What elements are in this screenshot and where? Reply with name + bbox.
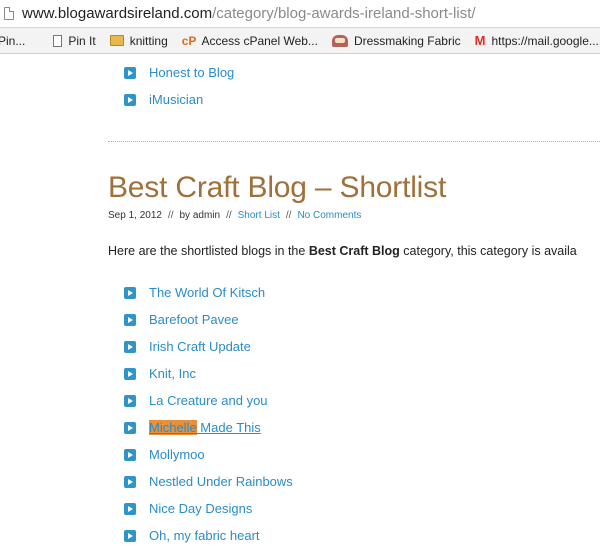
list-item-link[interactable]: Honest to Blog (149, 65, 234, 80)
bookmark-pin-label: Pin... (0, 33, 26, 48)
gmail-icon: M (474, 33, 486, 48)
post-title[interactable]: Best Craft Blog – Shortlist (108, 171, 446, 205)
bullet-arrow-icon (124, 503, 136, 515)
post-divider (108, 141, 600, 142)
post-category-link[interactable]: Short List (238, 210, 280, 221)
page-content: Honest to Blog iMusician Best Craft Blog… (0, 55, 600, 556)
page-icon (53, 34, 63, 47)
bullet-arrow-icon (124, 368, 136, 380)
highlighted-text: Michelle (149, 420, 197, 435)
bookmarks-bar: Pin... Pin It knitting cP Access cPanel … (0, 28, 600, 54)
meta-separator: // (285, 210, 292, 221)
post-author: by admin (179, 210, 221, 221)
url-host: www.blogawardsireland.com (22, 5, 213, 22)
bookmark-knitting[interactable]: knitting (109, 33, 168, 48)
page-icon (4, 7, 14, 20)
bookmark-gmail[interactable]: M https://mail.google.... (475, 33, 600, 48)
intro-text-end: category, this category is availa (399, 244, 577, 258)
meta-separator: // (226, 210, 232, 221)
shortlist-item-link[interactable]: The World Of Kitsch (149, 285, 265, 300)
address-bar[interactable]: www.blogawardsireland.com/category/blog-… (0, 0, 600, 28)
bullet-arrow-icon (124, 395, 136, 407)
bullet-arrow-icon (124, 422, 136, 434)
bullet-arrow-icon (124, 314, 136, 326)
shortlist-item-link[interactable]: Barefoot Pavee (149, 312, 239, 327)
bullet-arrow-icon (124, 449, 136, 461)
cpanel-icon: cP (181, 33, 197, 48)
meta-separator: // (167, 210, 174, 221)
shortlist-item-link[interactable]: Mollymoo (149, 447, 205, 462)
bookmark-knitting-label: knitting (129, 33, 168, 48)
shortlist-item-link[interactable]: La Creature and you (149, 393, 268, 408)
folder-icon (109, 35, 124, 46)
bookmark-dressmaking[interactable]: Dressmaking Fabric (331, 33, 461, 48)
intro-category-name: Best Craft Blog (308, 244, 400, 258)
post-intro: Here are the shortlisted blogs in the Be… (108, 244, 577, 258)
url-path: /category/blog-awards-ireland-short-list… (212, 5, 476, 22)
fabric-store-icon (331, 34, 348, 47)
url-text[interactable]: www.blogawardsireland.com/category/blog-… (22, 5, 476, 22)
bookmark-cpanel[interactable]: cP Access cPanel Web... (182, 34, 318, 48)
bullet-arrow-icon (124, 287, 136, 299)
shortlist-item-link[interactable]: Oh, my fabric heart (149, 528, 260, 543)
bookmark-pin-it[interactable]: Pin It (39, 33, 96, 48)
post-meta: Sep 1, 2012 // by admin // Short List // No Co… (108, 210, 361, 221)
bullet-arrow-icon (124, 94, 136, 106)
shortlist-item-link[interactable]: Michelle Made This (149, 420, 261, 435)
link-text-rest: Made This (196, 420, 261, 435)
shortlist-item-link[interactable]: Knit, Inc (149, 366, 196, 381)
list-item-link[interactable]: iMusician (149, 92, 203, 107)
shortlist-item-link[interactable]: Irish Craft Update (149, 339, 251, 354)
bullet-arrow-icon (124, 67, 136, 79)
bookmark-gmail-label: https://mail.google.... (491, 33, 600, 48)
shortlist-item-link[interactable]: Nice Day Designs (149, 501, 252, 516)
post-comments-link[interactable]: No Comments (297, 210, 361, 221)
bookmark-cpanel-label: Access cPanel Web... (201, 33, 318, 48)
bookmark-pin[interactable]: Pin... (0, 34, 25, 48)
shortlist-item-link[interactable]: Nestled Under Rainbows (149, 474, 293, 489)
bullet-arrow-icon (124, 530, 136, 542)
bookmark-pin-it-label: Pin It (68, 33, 96, 48)
bullet-arrow-icon (124, 341, 136, 353)
post-date: Sep 1, 2012 (108, 210, 162, 221)
bullet-arrow-icon (124, 476, 136, 488)
bookmark-dressmaking-label: Dressmaking Fabric (353, 33, 461, 48)
intro-text-start: Here are the shortlisted blogs in the (108, 244, 309, 258)
